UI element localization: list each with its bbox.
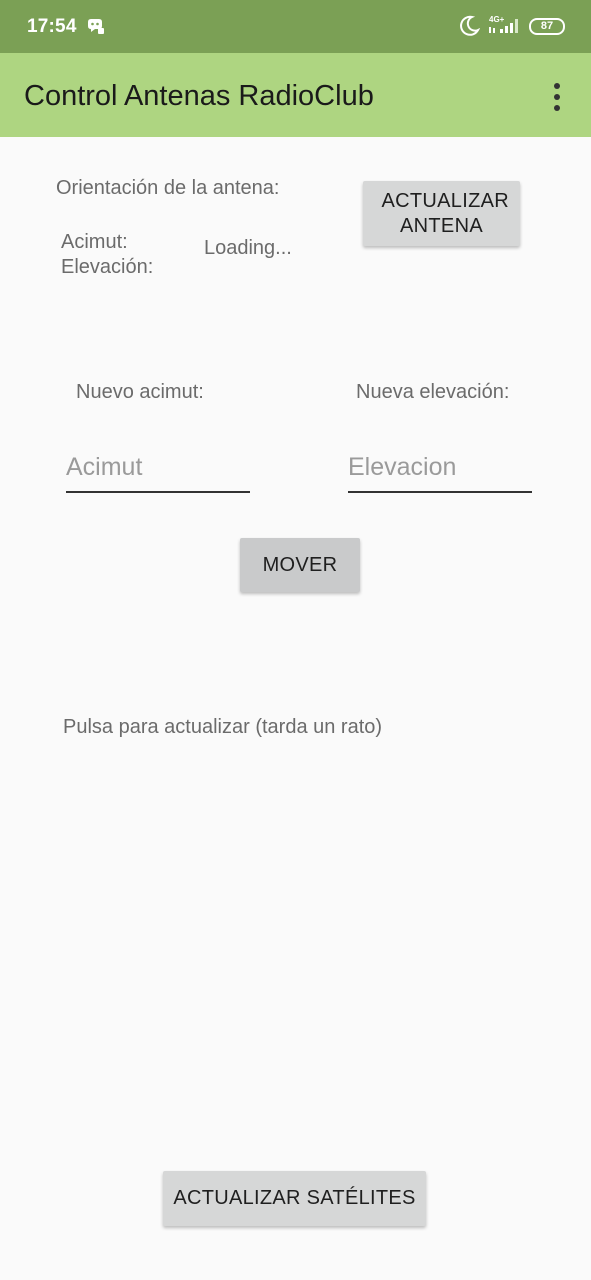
elevation-input[interactable] bbox=[348, 445, 532, 489]
notification-icon bbox=[86, 18, 104, 34]
update-antenna-label: ACTUALIZAR ANTENA bbox=[381, 189, 509, 237]
azimuth-input-field bbox=[66, 445, 250, 493]
signal-icon: 4G+ bbox=[487, 14, 523, 38]
update-antenna-button[interactable]: ACTUALIZAR ANTENA bbox=[363, 181, 520, 246]
move-button-label: MOVER bbox=[262, 553, 338, 576]
battery-icon: 87 bbox=[529, 18, 565, 35]
more-vert-icon[interactable] bbox=[540, 77, 574, 117]
status-bar: 17:54 4G+ 87 bbox=[0, 0, 591, 53]
app-title: Control Antenas RadioClub bbox=[24, 80, 374, 112]
status-time: 17:54 bbox=[27, 16, 77, 37]
update-satellites-label: ACTUALIZAR SATÉLITES bbox=[173, 1187, 416, 1209]
moon-icon bbox=[458, 15, 481, 37]
azimuth-label: Acimut: bbox=[61, 231, 128, 253]
app-bar: Control Antenas RadioClub bbox=[0, 53, 591, 137]
orientation-label: Orientación de la antena: bbox=[56, 177, 280, 199]
update-hint-text: Pulsa para actualizar (tarda un rato) bbox=[63, 716, 383, 738]
antenna-status-value: Loading... bbox=[204, 237, 292, 259]
update-satellites-button[interactable]: ACTUALIZAR SATÉLITES bbox=[163, 1171, 426, 1226]
elevation-input-field bbox=[348, 445, 532, 493]
move-button[interactable]: MOVER bbox=[240, 538, 360, 592]
new-azimuth-label: Nuevo acimut: bbox=[76, 381, 204, 403]
elevation-label: Elevación: bbox=[61, 256, 154, 278]
new-elevation-label: Nueva elevación: bbox=[356, 381, 510, 403]
azimuth-input[interactable] bbox=[66, 445, 250, 489]
